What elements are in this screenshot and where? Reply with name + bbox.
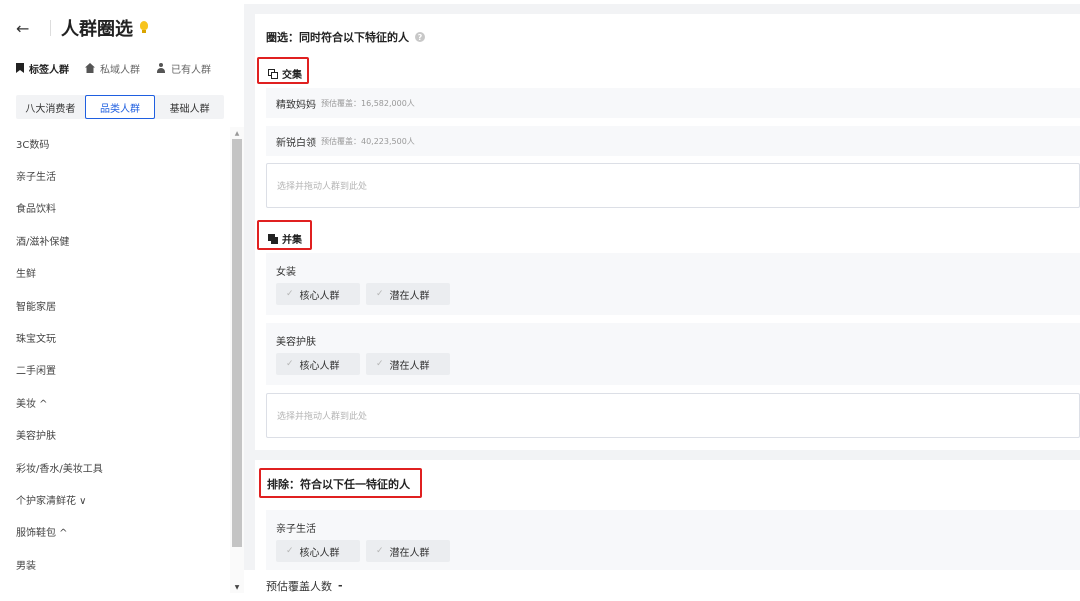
check-icon: ✓ — [286, 289, 294, 299]
segment-category-crowd[interactable]: 品类人群 — [84, 95, 156, 119]
category-scrollbar[interactable]: ▲ ▼ — [230, 127, 244, 593]
page-title: 人群圈选 — [61, 19, 133, 40]
chip-core[interactable]: ✓ 核心人群 — [276, 540, 360, 562]
category-item[interactable]: 男装 — [0, 548, 230, 580]
select-card: 圈选：同时符合以下特征的人 ? 交集 精致妈妈 预估覆盖：16,582,000人… — [255, 14, 1080, 450]
check-icon: ✓ — [286, 359, 294, 369]
arrow-left-icon[interactable]: ← — [16, 19, 36, 38]
check-icon: ✓ — [376, 289, 384, 299]
union-group: 美容护肤 ✓ 核心人群 ✓ 潜在人群 — [266, 323, 1080, 385]
group-name: 女装 — [276, 267, 296, 278]
union-icon — [268, 233, 278, 244]
check-icon: ✓ — [376, 546, 384, 556]
chip-potential[interactable]: ✓ 潜在人群 — [366, 540, 450, 562]
source-tabs: 标签人群 私域人群 已有人群 — [16, 60, 211, 76]
lightbulb-icon[interactable] — [139, 21, 149, 35]
segment-eight-consumers[interactable]: 八大消费者 — [16, 95, 85, 119]
category-item[interactable]: 珠宝文玩 — [0, 321, 230, 353]
row-estimate: 预估覆盖：16,582,000人 — [321, 98, 415, 108]
category-item[interactable]: 智能家居 — [0, 289, 230, 321]
category-item[interactable]: 亲子生活 — [0, 159, 230, 191]
top-strip — [244, 0, 1080, 4]
tab-label-crowd[interactable]: 标签人群 — [16, 60, 69, 76]
chip-core[interactable]: ✓ 核心人群 — [276, 353, 360, 375]
group-name: 美容护肤 — [276, 337, 316, 348]
category-item[interactable]: 美妆 ^ — [0, 386, 230, 418]
tab-existing-crowd[interactable]: 已有人群 — [156, 60, 211, 76]
exclude-card: 排除：符合以下任一特征的人 亲子生活 ✓ 核心人群 ✓ 潜在人群 — [255, 460, 1080, 570]
intersection-row[interactable]: 精致妈妈 预估覆盖：16,582,000人 — [266, 88, 1080, 118]
exclude-group: 亲子生活 ✓ 核心人群 ✓ 潜在人群 — [266, 510, 1080, 570]
category-item[interactable]: 食品饮料 — [0, 192, 230, 224]
coverage-footer: 预估覆盖人数 - — [244, 570, 1080, 601]
scroll-thumb[interactable] — [232, 139, 242, 547]
sidebar: ← 人群圈选 标签人群 私域人群 已有人群 八大消费者 品类人群 基础人群 3C… — [0, 0, 244, 601]
select-title: 圈选：同时符合以下特征的人 ? — [266, 29, 425, 45]
intersection-label: 交集 — [268, 66, 302, 81]
group-name: 亲子生活 — [276, 524, 316, 535]
check-icon: ✓ — [376, 359, 384, 369]
main-panel: 圈选：同时符合以下特征的人 ? 交集 精致妈妈 预估覆盖：16,582,000人… — [244, 0, 1080, 601]
union-drop-zone[interactable]: 选择并拖动人群到此处 — [266, 393, 1080, 438]
category-list: 3C数码 亲子生活 食品饮料 酒/滋补保健 生鲜 智能家居 珠宝文玩 二手闲置 … — [0, 127, 230, 580]
scroll-up-icon[interactable]: ▲ — [230, 127, 244, 139]
chip-potential[interactable]: ✓ 潜在人群 — [366, 283, 450, 305]
category-item[interactable]: 酒/滋补保健 — [0, 224, 230, 256]
tab-private-crowd[interactable]: 私域人群 — [85, 60, 140, 76]
check-icon: ✓ — [286, 546, 294, 556]
intersection-row[interactable]: 新锐白领 预估覆盖：40,223,500人 — [266, 126, 1080, 156]
union-label: 并集 — [268, 231, 302, 246]
chip-core[interactable]: ✓ 核心人群 — [276, 283, 360, 305]
row-name: 精致妈妈 — [276, 99, 316, 111]
category-item[interactable]: 3C数码 — [0, 127, 230, 159]
help-icon[interactable]: ? — [415, 32, 425, 42]
intersection-icon — [268, 68, 278, 79]
union-group: 女装 ✓ 核心人群 ✓ 潜在人群 — [266, 253, 1080, 315]
row-name: 新锐白领 — [276, 137, 316, 149]
category-item[interactable]: 服饰鞋包 ^ — [0, 516, 230, 548]
row-estimate: 预估覆盖：40,223,500人 — [321, 136, 415, 146]
category-item[interactable]: 个护家清鲜花 ∨ — [0, 483, 230, 515]
crowd-type-segment: 八大消费者 品类人群 基础人群 — [16, 95, 224, 119]
shop-icon — [85, 63, 95, 73]
category-item[interactable]: 二手闲置 — [0, 354, 230, 386]
coverage-label: 预估覆盖人数 — [266, 579, 332, 593]
chip-potential[interactable]: ✓ 潜在人群 — [366, 353, 450, 375]
coverage-value: - — [338, 579, 343, 592]
header: ← 人群圈选 — [0, 0, 244, 56]
intersection-drop-zone[interactable]: 选择并拖动人群到此处 — [266, 163, 1080, 208]
bookmark-icon — [16, 63, 24, 73]
exclude-title: 排除：符合以下任一特征的人 — [267, 478, 410, 491]
category-item[interactable]: 生鲜 — [0, 257, 230, 289]
user-icon — [156, 63, 166, 73]
category-item[interactable]: 美容护肤 — [0, 419, 230, 451]
segment-basic-crowd[interactable]: 基础人群 — [155, 95, 224, 119]
scroll-down-icon[interactable]: ▼ — [230, 581, 244, 593]
category-item[interactable]: 彩妆/香水/美妆工具 — [0, 451, 230, 483]
header-divider — [50, 20, 51, 36]
